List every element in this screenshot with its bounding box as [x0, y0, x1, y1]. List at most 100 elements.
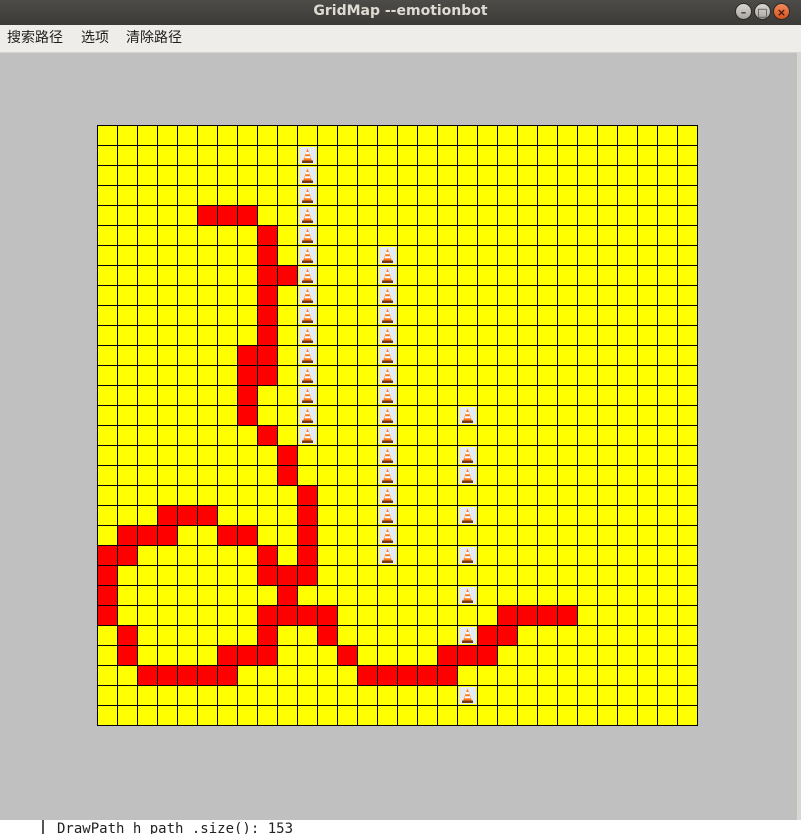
- grid-cell[interactable]: [458, 186, 477, 205]
- grid-cell[interactable]: [658, 706, 677, 725]
- grid-cell[interactable]: [98, 486, 117, 505]
- grid-cell[interactable]: [538, 446, 557, 465]
- grid-cell[interactable]: [678, 466, 697, 485]
- grid-cell[interactable]: [158, 406, 177, 425]
- path-cell[interactable]: [158, 526, 177, 545]
- grid-cell[interactable]: [358, 646, 377, 665]
- grid-cell[interactable]: [578, 626, 597, 645]
- grid-cell[interactable]: [178, 646, 197, 665]
- grid-cell[interactable]: [278, 306, 297, 325]
- grid-cell[interactable]: [158, 306, 177, 325]
- grid-cell[interactable]: [178, 706, 197, 725]
- grid-cell[interactable]: [438, 186, 457, 205]
- grid-cell[interactable]: [638, 646, 657, 665]
- grid-cell[interactable]: [458, 666, 477, 685]
- grid-cell[interactable]: [598, 546, 617, 565]
- path-cell[interactable]: [298, 526, 317, 545]
- grid-cell[interactable]: [518, 506, 537, 525]
- path-cell[interactable]: [258, 626, 277, 645]
- grid-cell[interactable]: [398, 526, 417, 545]
- grid-cell[interactable]: [618, 606, 637, 625]
- grid-cell[interactable]: [198, 346, 217, 365]
- grid-cell[interactable]: [598, 346, 617, 365]
- grid-cell[interactable]: [98, 626, 117, 645]
- grid-cell[interactable]: [158, 206, 177, 225]
- grid-cell[interactable]: [558, 126, 577, 145]
- grid-cell[interactable]: [238, 326, 257, 345]
- grid-cell[interactable]: [518, 366, 537, 385]
- grid-cell[interactable]: [498, 406, 517, 425]
- grid-cell[interactable]: [558, 506, 577, 525]
- grid-cell[interactable]: [198, 126, 217, 145]
- grid-cell[interactable]: [578, 526, 597, 545]
- close-button[interactable]: ×: [773, 3, 790, 20]
- grid-cell[interactable]: [498, 226, 517, 245]
- path-cell[interactable]: [298, 546, 317, 565]
- grid-cell[interactable]: [498, 526, 517, 545]
- grid-cell[interactable]: [318, 246, 337, 265]
- grid-cell[interactable]: [358, 566, 377, 585]
- obstacle-cell[interactable]: [458, 586, 477, 605]
- grid-cell[interactable]: [458, 326, 477, 345]
- grid-cell[interactable]: [118, 666, 137, 685]
- grid-cell[interactable]: [238, 126, 257, 145]
- grid-cell[interactable]: [558, 406, 577, 425]
- grid-cell[interactable]: [218, 546, 237, 565]
- grid-cell[interactable]: [178, 206, 197, 225]
- path-cell[interactable]: [398, 666, 417, 685]
- grid-cell[interactable]: [418, 366, 437, 385]
- grid-cell[interactable]: [198, 246, 217, 265]
- grid-cell[interactable]: [458, 566, 477, 585]
- grid-cell[interactable]: [398, 166, 417, 185]
- title-bar[interactable]: GridMap --emotionbot – □ ×: [0, 0, 801, 25]
- grid-cell[interactable]: [118, 466, 137, 485]
- grid-cell[interactable]: [418, 466, 437, 485]
- grid-cell[interactable]: [418, 446, 437, 465]
- path-cell[interactable]: [338, 646, 357, 665]
- grid-cell[interactable]: [678, 206, 697, 225]
- grid-cell[interactable]: [598, 206, 617, 225]
- grid-cell[interactable]: [438, 526, 457, 545]
- grid-cell[interactable]: [538, 566, 557, 585]
- grid-cell[interactable]: [358, 226, 377, 245]
- grid-cell[interactable]: [378, 186, 397, 205]
- grid-cell[interactable]: [338, 266, 357, 285]
- grid-cell[interactable]: [278, 226, 297, 245]
- grid-cell[interactable]: [458, 286, 477, 305]
- grid-cell[interactable]: [98, 426, 117, 445]
- grid-cell[interactable]: [258, 146, 277, 165]
- grid-cell[interactable]: [138, 466, 157, 485]
- grid-cell[interactable]: [158, 126, 177, 145]
- grid-cell[interactable]: [218, 686, 237, 705]
- grid-cell[interactable]: [558, 186, 577, 205]
- grid-cell[interactable]: [598, 166, 617, 185]
- obstacle-cell[interactable]: [298, 226, 317, 245]
- obstacle-cell[interactable]: [378, 306, 397, 325]
- grid-cell[interactable]: [338, 686, 357, 705]
- grid-cell[interactable]: [498, 306, 517, 325]
- grid-cell[interactable]: [338, 366, 357, 385]
- path-cell[interactable]: [238, 526, 257, 545]
- path-cell[interactable]: [478, 646, 497, 665]
- grid-cell[interactable]: [318, 306, 337, 325]
- grid-cell[interactable]: [358, 146, 377, 165]
- grid-cell[interactable]: [318, 566, 337, 585]
- path-cell[interactable]: [318, 626, 337, 645]
- grid-cell[interactable]: [618, 186, 637, 205]
- path-cell[interactable]: [218, 646, 237, 665]
- grid-cell[interactable]: [618, 306, 637, 325]
- grid-cell[interactable]: [278, 186, 297, 205]
- grid-cell[interactable]: [578, 246, 597, 265]
- grid-cell[interactable]: [618, 526, 637, 545]
- path-cell[interactable]: [178, 666, 197, 685]
- grid-cell[interactable]: [138, 566, 157, 585]
- grid-cell[interactable]: [478, 326, 497, 345]
- grid-cell[interactable]: [638, 406, 657, 425]
- grid-cell[interactable]: [598, 406, 617, 425]
- grid-cell[interactable]: [278, 146, 297, 165]
- grid-cell[interactable]: [118, 266, 137, 285]
- grid-cell[interactable]: [538, 366, 557, 385]
- grid-cell[interactable]: [98, 246, 117, 265]
- grid-cell[interactable]: [678, 686, 697, 705]
- grid-cell[interactable]: [318, 126, 337, 145]
